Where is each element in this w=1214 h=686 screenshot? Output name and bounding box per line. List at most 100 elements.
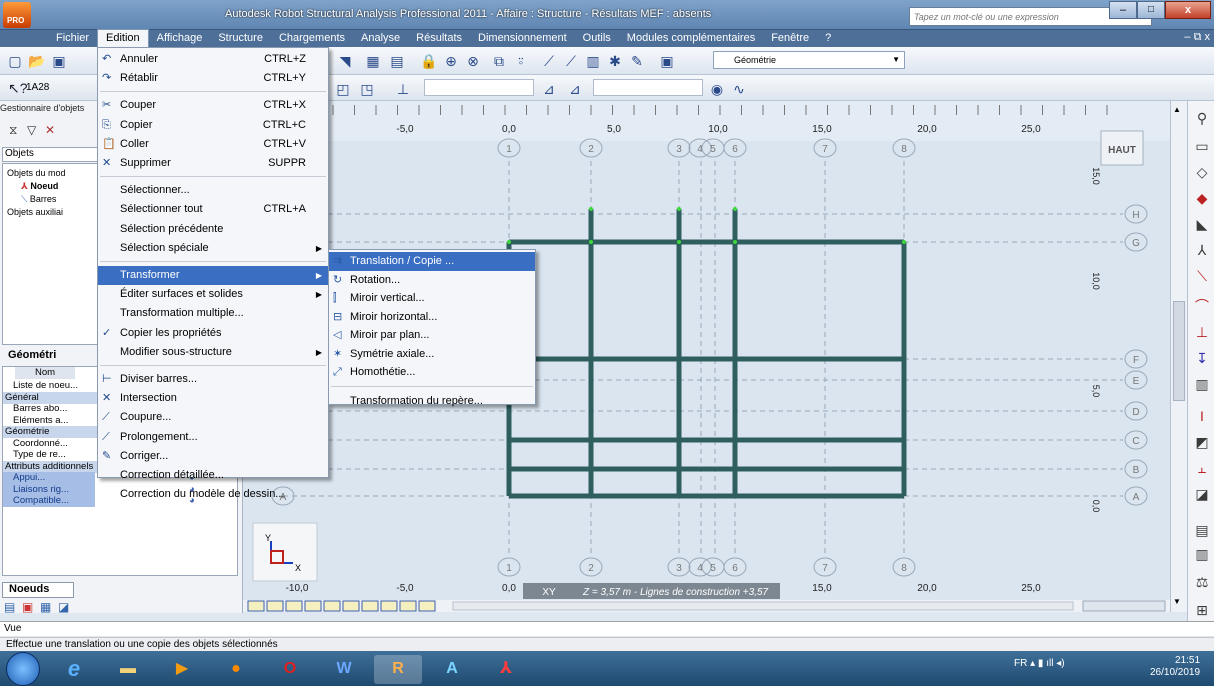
paint-icon[interactable]: ◥ [336,52,354,70]
mesh-icon[interactable]: ◪ [1193,485,1211,503]
menu-r-sultats[interactable]: Résultats [408,30,470,47]
menu-outils[interactable]: Outils [575,30,619,47]
table-icon[interactable]: ▤ [388,52,406,70]
save-icon[interactable]: ▣ [50,52,68,70]
menu-item-diviser-barres[interactable]: ⊢ Diviser barres... [98,370,328,389]
robot-app-icon[interactable]: R [374,655,422,684]
view-tab-icon[interactable] [361,600,379,612]
menu-affichage[interactable]: Affichage [149,30,211,47]
menu-item-correction-d-taill-e[interactable]: Correction détaillée... [98,466,328,485]
pdf-reader-icon[interactable]: ⅄ [482,655,530,684]
menu-item-correction-du-mod-le-de-dessin[interactable]: Correction du modèle de dessin... [98,485,328,504]
submenu-item-miroir-vertical[interactable]: ⫿ Miroir vertical... [329,289,535,308]
design-icon[interactable]: ⊞ [1193,601,1211,619]
layout-icon[interactable]: ▦ [40,600,51,614]
word-icon[interactable]: W [320,655,368,684]
mode-select[interactable] [593,79,703,96]
menu-modules-compl-mentaires[interactable]: Modules complémentaires [619,30,763,47]
minimize-button[interactable]: – [1109,1,1137,19]
menu-item-supprimer[interactable]: ✕ Supprimer SUPPR [98,154,328,173]
menu-fen-tre[interactable]: Fenêtre [763,30,817,47]
structure-icon[interactable]: ⧉ [490,52,508,70]
file-explorer-icon[interactable]: ▬ [104,655,152,684]
menu-item-r-tablir[interactable]: ↷ Rétablir CTRL+Y [98,69,328,88]
menu-item-s-lection-sp-ciale[interactable]: Sélection spéciale ▶ [98,239,328,258]
view-tab-icon[interactable] [380,600,398,612]
view-tab-icon[interactable] [418,600,436,612]
start-button[interactable] [6,652,40,686]
submenu-item-miroir-par-plan[interactable]: ◁ Miroir par plan... [329,326,535,345]
floor-icon[interactable]: ▤ [1193,521,1211,539]
props-row[interactable]: Coordonné... [3,438,95,450]
layout-icon[interactable]: ▣ [658,52,676,70]
wave-icon[interactable]: ∿ [730,80,748,98]
submenu-item-translation-copie[interactable]: ⇉ Translation / Copie ... [329,252,535,271]
node-marker[interactable] [733,207,737,211]
section-icon[interactable]: ▭ [1193,137,1211,155]
maximize-button[interactable]: □ [1137,1,1165,19]
solid-icon[interactable]: ◩ [1193,433,1211,451]
menu-item-coller[interactable]: 📋 Coller CTRL+V [98,135,328,154]
firefox-icon[interactable]: ● [212,655,260,684]
system-tray[interactable]: FR ▴ ▮ ıll ◂) [1014,658,1065,669]
media-player-icon[interactable]: ▶ [158,655,206,684]
report-icon[interactable]: ▥ [584,52,602,70]
view-front-icon[interactable]: ◰ [334,80,352,98]
node-marker[interactable] [902,240,906,244]
load-icon[interactable]: ⟋ [540,52,558,70]
submenu-item-rotation[interactable]: ↻ Rotation... [329,271,535,290]
view-tab-icon[interactable] [304,600,322,612]
submenu-item-transformation-du-rep-re[interactable]: Transformation du repère... [329,392,535,411]
view-tab-icon[interactable] [285,600,303,612]
view-tab-icon[interactable] [399,600,417,612]
submenu-item-homoth-tie[interactable]: ⤢ Homothétie... [329,363,535,382]
view-tab-icon[interactable] [247,600,265,612]
object-tree[interactable]: Objets du mod ⅄ Noeud ⟍ Barres Objets au… [2,163,102,345]
nodes-icon[interactable]: ⅄ [1193,241,1211,259]
node-marker[interactable] [733,240,737,244]
binoculars-icon[interactable]: ⚲ [1062,8,1078,24]
submenu-item-sym-trie-axiale[interactable]: ✶ Symétrie axiale... [329,345,535,364]
node-marker[interactable] [589,240,593,244]
menu-item-copier-les-propri-t-s[interactable]: ✓ Copier les propriétés [98,324,328,343]
menu-item-s-lection-pr-c-dente[interactable]: Sélection précédente [98,220,328,239]
node-marker[interactable] [589,207,593,211]
menu-item-coupure[interactable]: ⟋ Coupure... [98,408,328,427]
offset-icon[interactable]: ⊥ [1193,323,1211,341]
app-logo-icon[interactable]: PRO [3,2,31,28]
gear-icon[interactable]: ✱ [606,52,624,70]
opera-icon[interactable]: O [266,655,314,684]
view-layout-select[interactable]: Géométrie ▼ [713,51,905,69]
scroll-thumb[interactable] [1173,301,1185,401]
menu-fichier[interactable]: Fichier [48,30,97,47]
diagram-icon[interactable]: ⟋ [562,52,580,70]
close-button[interactable]: x [1165,1,1211,19]
new-file-icon[interactable]: ▢ [6,52,24,70]
wrench-icon[interactable]: ✎ [628,52,646,70]
menu-chargements[interactable]: Chargements [271,30,353,47]
props-row[interactable]: Liaisons rig... [3,483,95,496]
menu-item-prolongement[interactable]: ⟋ Prolongement... [98,428,328,447]
clock[interactable]: 21:51 26/10/2019 [1150,655,1200,679]
panel-icon[interactable]: ▥ [1193,375,1211,393]
node-marker[interactable] [507,240,511,244]
zoom-window-icon[interactable]: ⊗ [464,52,482,70]
props-row[interactable]: Barres abo... [3,403,95,415]
release-icon[interactable]: ◣ [1193,215,1211,233]
profile-icon[interactable]: I [1193,407,1211,425]
material-icon[interactable]: ◇ [1193,163,1211,181]
props-row[interactable]: Liste de noeu... [3,380,95,392]
loads-icon[interactable]: ↧ [1193,349,1211,367]
view-controls[interactable] [1082,600,1166,612]
view-tab-icon[interactable] [342,600,360,612]
view-side-icon[interactable]: ◳ [358,80,376,98]
node-number-icon[interactable]: ⚲ [1193,109,1211,127]
menu-item-copier[interactable]: ⎘ Copier CTRL+C [98,116,328,135]
eye-icon[interactable]: ◉ [708,80,726,98]
submenu-item-miroir-horizontal[interactable]: ⊟ Miroir horizontal... [329,308,535,327]
mdi-controls[interactable]: – ⧉ x [1184,31,1210,44]
props-row[interactable]: Type de re... [3,449,95,461]
display-icon[interactable]: ◪ [58,600,69,614]
tree-item-bars[interactable]: ⟍ Barres [21,194,56,205]
menu-analyse[interactable]: Analyse [353,30,408,47]
